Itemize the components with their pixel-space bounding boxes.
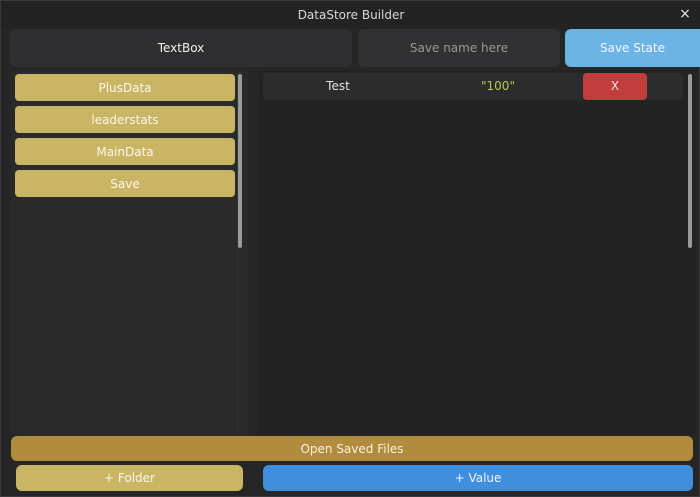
close-icon[interactable]: × <box>677 6 693 22</box>
open-saved-files-label: Open Saved Files <box>300 441 404 456</box>
open-saved-files-button[interactable]: Open Saved Files <box>11 436 693 461</box>
folder-label: Save <box>110 176 140 191</box>
add-folder-button[interactable]: + Folder <box>16 465 243 491</box>
textbox-label: TextBox <box>157 41 205 55</box>
folder-scrollbar[interactable] <box>238 74 242 248</box>
save-name-input[interactable]: Save name here <box>358 29 560 67</box>
folder-panel: PlusData leaderstats MainData Save <box>11 70 248 435</box>
add-value-button[interactable]: + Value <box>263 465 693 491</box>
folder-item-maindata[interactable]: MainData <box>15 138 235 165</box>
folder-label: MainData <box>96 144 154 159</box>
folder-label: leaderstats <box>91 112 159 127</box>
title-bar[interactable]: DataStore Builder × <box>1 1 700 29</box>
add-folder-label: + Folder <box>104 471 155 485</box>
add-value-label: + Value <box>454 471 502 485</box>
save-name-placeholder: Save name here <box>409 41 509 55</box>
textbox-button[interactable]: TextBox <box>10 29 352 67</box>
folder-item-plusdata[interactable]: PlusData <box>15 74 235 101</box>
folder-item-save[interactable]: Save <box>15 170 235 197</box>
window-title: DataStore Builder <box>297 8 405 22</box>
save-state-button[interactable]: Save State <box>565 29 700 67</box>
save-state-label: Save State <box>599 41 666 55</box>
delete-value-button[interactable]: X <box>583 73 647 100</box>
folder-list: PlusData leaderstats MainData Save <box>15 74 235 202</box>
value-row: Test "100" X <box>263 73 683 100</box>
datastore-builder-window: DataStore Builder × TextBox Save name he… <box>0 0 700 497</box>
value-text: "100" <box>481 79 515 93</box>
value-key: Test <box>326 79 350 93</box>
value-scrollbar[interactable] <box>688 74 692 248</box>
value-panel: Test "100" X <box>258 70 696 435</box>
folder-label: PlusData <box>98 80 152 95</box>
folder-item-leaderstats[interactable]: leaderstats <box>15 106 235 133</box>
